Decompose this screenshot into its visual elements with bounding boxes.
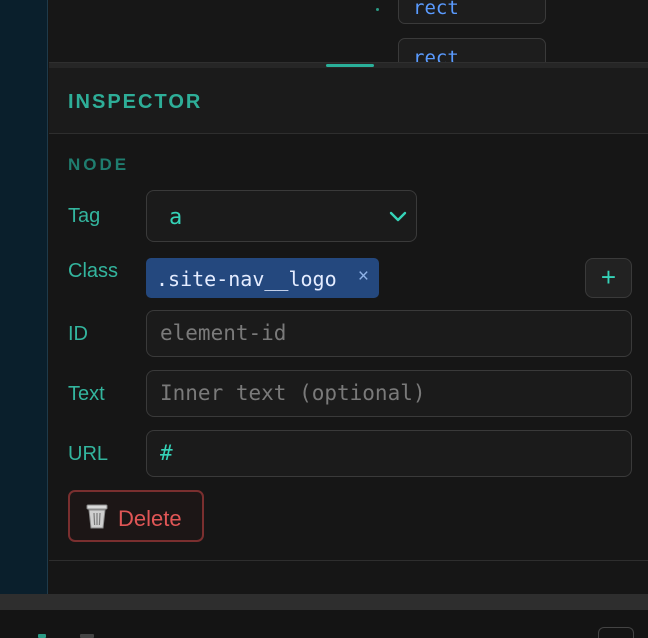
class-label: Class [68,260,119,282]
inspector-panel: INSPECTOR NODE Tag a Class .site-nav__lo… [49,68,648,594]
splitter-handle[interactable] [326,64,374,67]
tree-connector-dot [376,8,379,11]
class-chip: .site-nav__logo × [146,258,379,298]
tree-node-label: rect [413,0,459,19]
tree-node-rect[interactable]: rect [398,38,546,62]
tree-node-label: rect [413,47,459,63]
plus-icon: + [600,262,617,292]
tag-label: Tag [68,205,101,227]
inspector-title: INSPECTOR [68,91,203,113]
tree-panel: rect rect [49,0,648,62]
bottom-panel-icon [38,634,46,638]
section-title-node: NODE [68,155,130,174]
id-label: ID [68,323,88,345]
inspector-header: INSPECTOR [49,68,648,134]
delete-label: Delete [118,506,182,531]
id-input[interactable]: element-id [146,310,632,357]
url-input[interactable]: # [146,430,632,477]
add-class-button[interactable]: + [585,258,632,298]
bottom-panel-icon [80,634,94,638]
bottom-splitter[interactable] [0,594,648,610]
bottom-panel [0,610,648,638]
chevron-down-icon [389,211,407,222]
text-label: Text [68,383,105,405]
divider [49,560,648,561]
bottom-panel-button[interactable] [598,627,634,638]
text-input[interactable]: Inner text (optional) [146,370,632,417]
close-icon[interactable]: × [358,266,369,288]
tag-select-value: a [169,205,183,230]
tag-select[interactable]: a [146,190,417,242]
url-label: URL [68,443,109,465]
left-rail [0,0,48,594]
trash-icon [86,504,108,529]
tree-node-rect[interactable]: rect [398,0,546,24]
delete-button[interactable]: Delete [68,490,204,542]
class-chip-label: .site-nav__logo [156,267,337,291]
